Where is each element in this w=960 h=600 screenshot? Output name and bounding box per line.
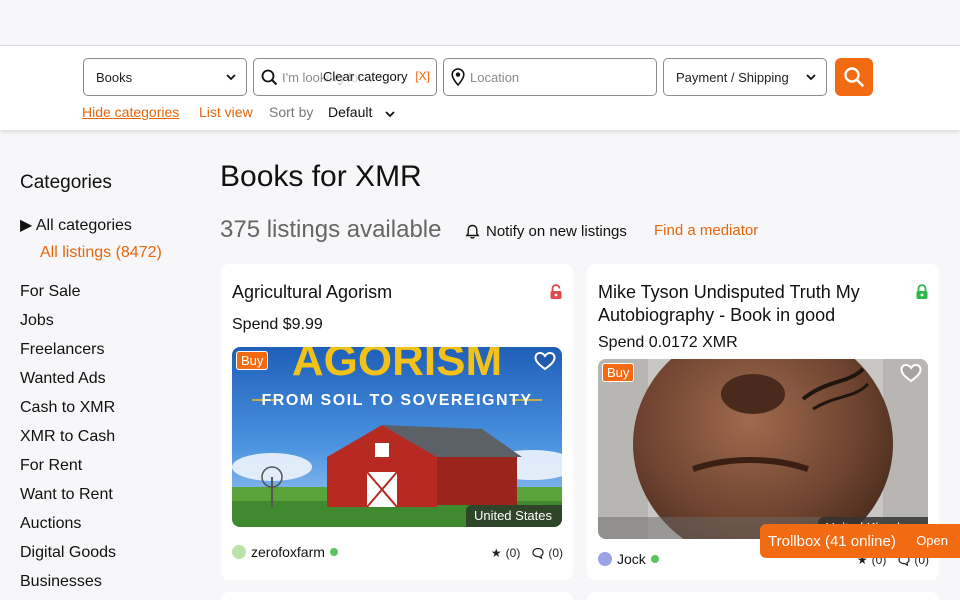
listing-image[interactable]: Buy United Kingdom <box>598 359 928 539</box>
category-item-jobs[interactable]: Jobs <box>20 312 116 341</box>
trollbox-label: Trollbox (41 online) <box>768 532 896 550</box>
listing-card[interactable]: Agricultural Agorism Spend $9.99 AGORISM… <box>221 264 573 580</box>
location-pin-icon <box>451 68 465 86</box>
online-indicator <box>650 555 659 563</box>
clear-category-button[interactable]: Clear category <box>323 69 408 84</box>
lock-closed-icon <box>916 284 928 299</box>
location-input[interactable]: Location <box>443 58 657 96</box>
categories-heading: Categories <box>20 172 112 193</box>
search-icon <box>844 67 864 87</box>
all-categories-link[interactable]: ▶ All categories <box>20 215 132 235</box>
listing-card[interactable] <box>587 592 939 600</box>
category-item-want-to-rent[interactable]: Want to Rent <box>20 486 116 515</box>
category-select[interactable]: Books <box>83 58 247 96</box>
sort-by-label: Sort by <box>269 104 314 120</box>
category-item-for-rent[interactable]: For Rent <box>20 457 116 486</box>
category-list: For Sale Jobs Freelancers Wanted Ads Cas… <box>20 283 116 600</box>
cover-title-text: AGORISM <box>292 347 502 385</box>
payment-shipping-select[interactable]: Payment / Shipping <box>663 58 827 96</box>
rating-count: (0) <box>505 546 521 560</box>
bell-icon <box>465 224 480 239</box>
avatar <box>598 552 612 566</box>
seller-name[interactable]: zerofoxfarm <box>251 544 325 560</box>
book-photo-image <box>598 359 928 539</box>
seller-name[interactable]: Jock <box>617 551 646 567</box>
category-select-value: Books <box>96 69 133 85</box>
listing-stats: ★ (0) (0) <box>491 546 563 560</box>
avatar <box>232 545 246 559</box>
listing-card[interactable] <box>221 592 573 600</box>
category-item-cash-to-xmr[interactable]: Cash to XMR <box>20 399 116 428</box>
comment-icon <box>532 547 544 559</box>
search-bar: Books I'm looking for... Clear category … <box>0 46 960 130</box>
chevron-down-icon <box>806 74 816 81</box>
location-placeholder: Location <box>470 69 520 85</box>
category-item-digital-goods[interactable]: Digital Goods <box>20 544 116 573</box>
buy-badge: Buy <box>602 363 635 382</box>
sort-select[interactable]: Default <box>328 104 372 120</box>
hide-categories-link[interactable]: Hide categories <box>82 104 179 120</box>
category-item-auctions[interactable]: Auctions <box>20 515 116 544</box>
notify-new-listings-button[interactable]: Notify on new listings <box>465 223 627 240</box>
chevron-down-icon <box>226 74 236 81</box>
listings-count: 375 listings available <box>220 216 442 243</box>
online-indicator <box>329 548 338 556</box>
chevron-down-icon[interactable] <box>384 108 396 120</box>
country-label: United States <box>465 505 562 527</box>
listing-price: Spend 0.0172 XMR <box>598 334 738 351</box>
find-mediator-link[interactable]: Find a mediator <box>654 222 758 239</box>
payment-select-value: Payment / Shipping <box>676 69 789 85</box>
lock-open-icon <box>550 284 562 299</box>
search-input[interactable]: I'm looking for... Clear category [X] <box>253 58 437 96</box>
page-title: Books for XMR <box>220 160 422 193</box>
trollbox-bar[interactable]: Trollbox (41 online) Open <box>760 524 960 558</box>
category-item-wanted-ads[interactable]: Wanted Ads <box>20 370 116 399</box>
category-item-businesses[interactable]: Businesses <box>20 573 116 600</box>
category-item-xmr-to-cash[interactable]: XMR to Cash <box>20 428 116 457</box>
seller-info[interactable]: Jock <box>598 551 659 567</box>
comment-count: (0) <box>548 546 563 560</box>
all-listings-link[interactable]: All listings (8472) <box>40 244 162 262</box>
search-icon <box>261 69 278 86</box>
listing-title[interactable]: Mike Tyson Undisputed Truth My Autobiogr… <box>598 281 898 327</box>
seller-info[interactable]: zerofoxfarm <box>232 544 338 560</box>
category-item-for-sale[interactable]: For Sale <box>20 283 116 312</box>
clear-category-x[interactable]: [X] <box>415 69 430 83</box>
top-header-bar <box>0 0 960 46</box>
listing-title[interactable]: Agricultural Agorism <box>232 281 532 304</box>
heart-icon[interactable] <box>900 363 922 383</box>
listing-image[interactable]: AGORISM FROM SOIL TO SOVEREIGNTY Buy Uni… <box>232 347 562 527</box>
trollbox-open-button[interactable]: Open <box>916 533 948 548</box>
cover-subtitle-text: FROM SOIL TO SOVEREIGNTY <box>262 392 533 409</box>
book-cover-image: AGORISM FROM SOIL TO SOVEREIGNTY <box>232 347 562 527</box>
listing-price: Spend $9.99 <box>232 316 323 333</box>
notify-label: Notify on new listings <box>486 223 627 240</box>
star-icon: ★ <box>490 546 502 560</box>
heart-icon[interactable] <box>534 351 556 371</box>
search-button[interactable] <box>835 58 873 96</box>
list-view-link[interactable]: List view <box>199 104 253 120</box>
category-item-freelancers[interactable]: Freelancers <box>20 341 116 370</box>
buy-badge: Buy <box>236 351 269 370</box>
